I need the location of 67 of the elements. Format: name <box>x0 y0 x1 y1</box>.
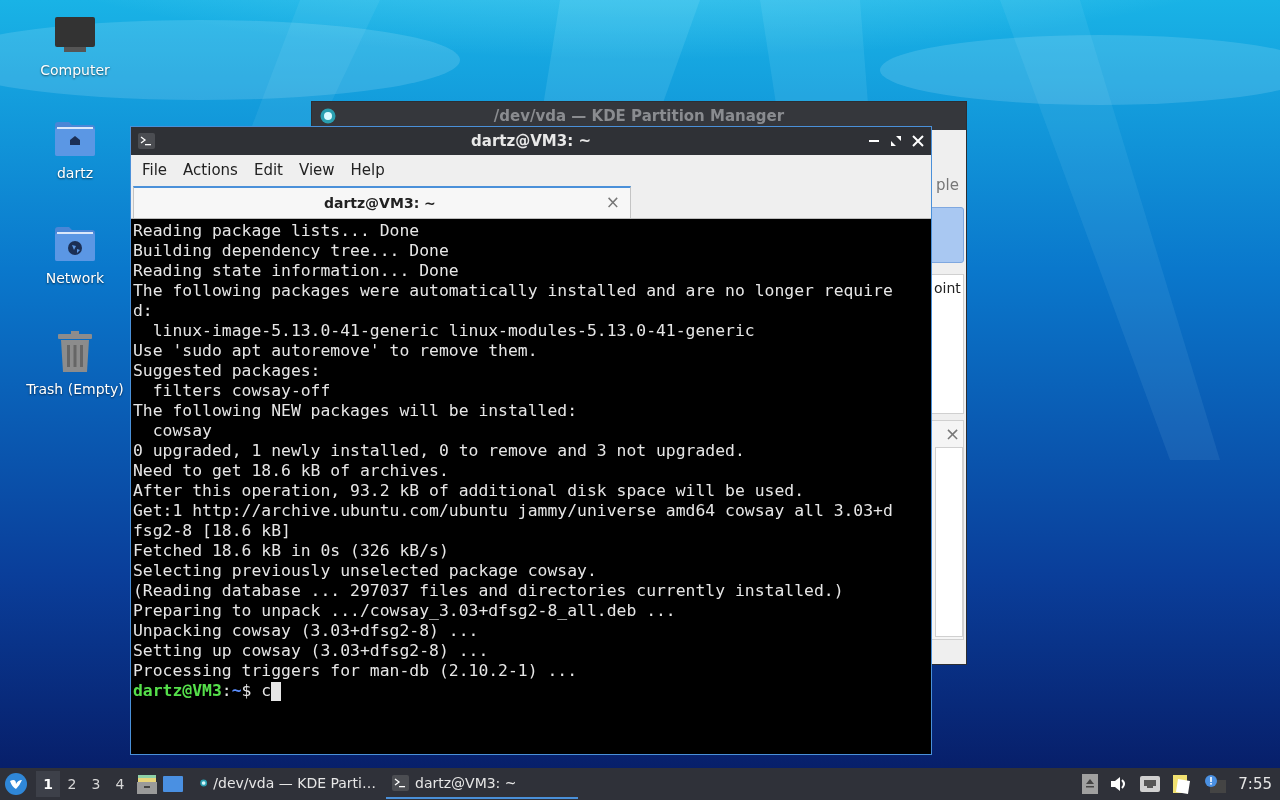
terminal-line: d: <box>133 301 153 321</box>
menu-item[interactable]: Edit <box>245 158 291 182</box>
clipboard-icon[interactable] <box>1172 773 1193 795</box>
trash-icon <box>57 331 93 373</box>
prompt-separator: : <box>221 681 232 701</box>
menu-item[interactable]: File <box>134 158 176 182</box>
window-title: /dev/vda — KDE Partition Manager <box>492 105 786 127</box>
terminal-line: cowsay <box>151 421 212 441</box>
close-icon[interactable]: × <box>945 420 961 447</box>
terminal-line: Selecting previously unselected package cowsay. <box>133 561 597 581</box>
terminal-line: Processing triggers for man-db (2.10.2-1) ... <box>133 661 578 681</box>
terminal-line: After this operation, 93.2 kB of additional disk space will be used. <box>133 481 805 501</box>
close-icon[interactable] <box>912 135 924 147</box>
maximize-icon[interactable] <box>890 135 902 147</box>
workspace-button[interactable]: 1 <box>36 771 60 797</box>
terminal-line: Fetched 18.6 kB in 0s (326 kB/s) <box>133 541 449 561</box>
terminal-icon <box>138 133 155 149</box>
notification-icon[interactable] <box>1204 774 1227 794</box>
window-title: dartz@VM3: ~ <box>470 130 592 152</box>
terminal-line: Unpacking cowsay (3.03+dfsg2-8) ... <box>133 621 479 641</box>
menu-item[interactable]: View <box>290 158 343 182</box>
eject-icon[interactable] <box>1082 774 1099 794</box>
desktop-icon[interactable]: Trash (Empty) <box>26 331 124 408</box>
start-menu-icon[interactable] <box>4 772 28 796</box>
terminal-line: Setting up cowsay (3.03+dfsg2-8) ... <box>133 641 489 661</box>
clock[interactable]: 7:55 <box>1238 772 1272 796</box>
prompt-user: dartz@VM3 <box>133 681 222 701</box>
desktop-icon[interactable] <box>162 774 184 794</box>
file-cabinet-icon[interactable] <box>136 773 158 795</box>
home-folder-icon <box>54 121 96 157</box>
toolbar-label: ple <box>936 175 959 196</box>
terminal-line: Building dependency tree... Done <box>133 241 449 261</box>
column-header: oint <box>934 279 961 298</box>
text-cursor <box>271 681 282 701</box>
terminal-tab[interactable]: dartz@VM3: ~ × <box>133 186 631 218</box>
workspace-button[interactable]: 4 <box>108 771 132 797</box>
terminal-line: (Reading database ... 297037 files and directories currently installed.) <box>133 581 844 601</box>
menu-item[interactable]: Help <box>342 158 393 182</box>
desktop-icon[interactable]: dartz <box>54 121 96 198</box>
terminal-line: linux-image-5.13.0-41-generic linux-modules-5.13.0-41-generic <box>151 321 755 341</box>
terminal-line: The following NEW packages will be installed: <box>133 401 578 421</box>
terminal-line: Use 'sudo apt autoremove' to remove them. <box>133 341 538 361</box>
terminal-line: Suggested packages: <box>133 361 321 381</box>
taskbar-task[interactable]: /dev/vda — KDE Parti… <box>194 769 382 799</box>
terminal-line: Get:1 http://archive.ubuntu.com/ubuntu jammy/universe amd64 cowsay all 3.03+d <box>133 501 893 521</box>
terminal-line: Reading state information... Done <box>133 261 459 281</box>
terminal-line: The following packages were automatically installed and are no longer require <box>133 281 893 301</box>
command-input[interactable]: c <box>261 681 272 701</box>
close-icon[interactable]: × <box>605 190 620 216</box>
workspace-button[interactable]: 3 <box>84 771 108 797</box>
workspace-button[interactable]: 2 <box>60 771 84 797</box>
terminal-line: filters cowsay-off <box>151 381 331 401</box>
monitor-icon <box>54 16 96 54</box>
taskbar-task[interactable]: dartz@VM3: ~ <box>386 769 578 799</box>
terminal-line: Reading package lists... Done <box>133 221 420 241</box>
terminal-icon <box>392 775 409 791</box>
terminal-line: Need to get 18.6 kB of archives. <box>133 461 449 481</box>
disc-icon <box>320 108 336 124</box>
desktop-icon[interactable]: Network <box>45 226 105 303</box>
network-folder-icon <box>54 226 96 262</box>
prompt-path: ~ <box>231 681 242 701</box>
terminal-line: Preparing to unpack .../cowsay_3.03+dfsg2-8_all.deb ... <box>133 601 676 621</box>
network-port-icon[interactable] <box>1140 776 1161 792</box>
terminal-line: 0 upgraded, 1 newly installed, 0 to remove and 3 not upgraded. <box>133 441 745 461</box>
terminal-line: fsg2-8 [18.6 kB] <box>133 521 291 541</box>
menu-item[interactable]: Actions <box>175 158 246 182</box>
prompt-symbol: $ <box>241 681 253 701</box>
